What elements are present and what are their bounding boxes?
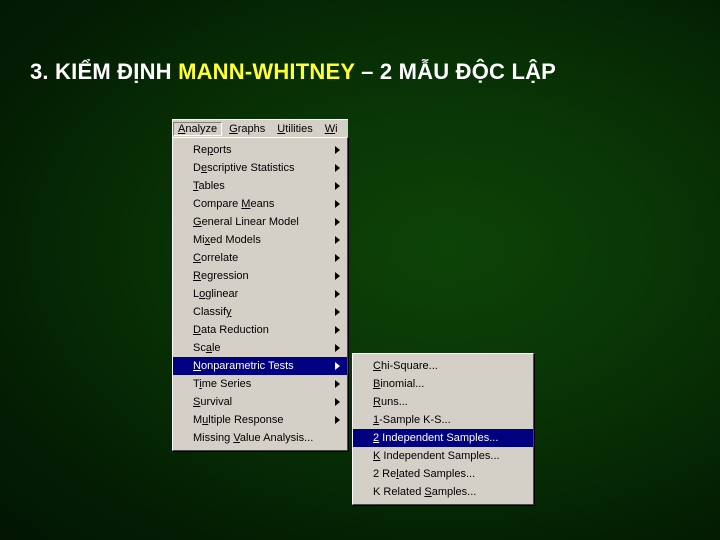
submenu-arrow-icon [335,290,340,298]
menu-item-label: General Linear Model [193,216,299,228]
analyze-menu-item-loglinear[interactable]: Loglinear [173,285,347,303]
analyze-menu-item-tables[interactable]: Tables [173,177,347,195]
analyze-menu-item-mixed-models[interactable]: Mixed Models [173,231,347,249]
submenu-item-1-sample-k-s[interactable]: 1-Sample K-S... [353,411,533,429]
submenu-arrow-icon [335,272,340,280]
menu-item-label: Regression [193,270,249,282]
submenu-arrow-icon [335,182,340,190]
menu-item-label: Multiple Response [193,414,284,426]
menu-item-label: Nonparametric Tests [193,360,294,372]
menu-item-label: K Related Samples... [373,486,477,498]
analyze-menu-item-reports[interactable]: Reports [173,141,347,159]
analyze-dropdown-menu: Reports Descriptive Statistics Tables Compa… [172,137,348,451]
submenu-arrow-icon [335,308,340,316]
slide-title-prefix: 3. KIỂM ĐỊNH [30,59,179,84]
analyze-menu-item-regression[interactable]: Regression [173,267,347,285]
menu-item-label: Descriptive Statistics [193,162,295,174]
analyze-menu-item-multiple-response[interactable]: Multiple Response [173,411,347,429]
menu-item-label: Survival [193,396,233,408]
submenu-arrow-icon [335,218,340,226]
submenu-item-2-independent-samples[interactable]: 2 Independent Samples... [353,429,533,447]
menu-item-label: K Independent Samples... [373,450,500,462]
menu-item-label: Classify [193,306,232,318]
submenu-arrow-icon [335,164,340,172]
submenu-arrow-icon [335,254,340,262]
analyze-menu-item-time-series[interactable]: Time Series [173,375,347,393]
slide-title-highlight: MANN-WHITNEY [178,59,355,84]
analyze-menu-item-descriptive-statistics[interactable]: Descriptive Statistics [173,159,347,177]
menu-bar: Analyze Graphs Utilities Wi [172,119,348,137]
menu-item-label: 2 Related Samples... [373,468,476,480]
menubar-item-analyze[interactable]: Analyze [173,121,223,136]
submenu-item-binomial[interactable]: Binomial... [353,375,533,393]
analyze-menu-item-missing-value-analysis[interactable]: Missing Value Analysis... [173,429,347,447]
submenu-item-runs[interactable]: Runs... [353,393,533,411]
menu-item-label: Chi-Square... [373,360,438,372]
analyze-menu-item-general-linear-model[interactable]: General Linear Model [173,213,347,231]
slide-title: 3. KIỂM ĐỊNH MANN-WHITNEY – 2 MẪU ĐỘC LẬ… [30,58,556,86]
menu-item-label: Compare Means [193,198,275,210]
menubar-item-wi[interactable]: Wi [320,122,343,136]
menu-item-label: Correlate [193,252,239,264]
menu-item-label: Mixed Models [193,234,261,246]
submenu-arrow-icon [335,146,340,154]
slide-title-suffix: – 2 MẪU ĐỘC LẬP [354,59,557,84]
nonparametric-tests-submenu: Chi-Square... Binomial... Runs... 1-Sample … [352,353,534,505]
analyze-menu-item-compare-means[interactable]: Compare Means [173,195,347,213]
menu-item-label: Tables [193,180,225,192]
submenu-arrow-icon [335,380,340,388]
submenu-arrow-icon [335,344,340,352]
menu-item-label: Data Reduction [193,324,269,336]
menu-item-label: Time Series [193,378,252,390]
menubar-item-utilities[interactable]: Utilities [272,122,317,136]
menu-item-label: 1-Sample K-S... [373,414,451,426]
menu-item-label: Loglinear [193,288,239,300]
submenu-item-k-related-samples[interactable]: K Related Samples... [353,483,533,501]
menu-item-label: Reports [193,144,232,156]
analyze-menu-item-classify[interactable]: Classify [173,303,347,321]
menu-item-label: Scale [193,342,221,354]
submenu-arrow-icon [335,398,340,406]
submenu-arrow-icon [335,326,340,334]
submenu-item-k-independent-samples[interactable]: K Independent Samples... [353,447,533,465]
menu-item-label: Missing Value Analysis... [193,432,314,444]
menu-item-label: Binomial... [373,378,425,390]
submenu-item-2-related-samples[interactable]: 2 Related Samples... [353,465,533,483]
analyze-menu-item-survival[interactable]: Survival [173,393,347,411]
analyze-menu-item-scale[interactable]: Scale [173,339,347,357]
submenu-arrow-icon [335,236,340,244]
menubar-item-graphs[interactable]: Graphs [224,122,270,136]
analyze-menu-item-data-reduction[interactable]: Data Reduction [173,321,347,339]
submenu-arrow-icon [335,362,340,370]
submenu-arrow-icon [335,200,340,208]
slide-canvas: 3. KIỂM ĐỊNH MANN-WHITNEY – 2 MẪU ĐỘC LẬ… [0,0,720,540]
analyze-menu-item-correlate[interactable]: Correlate [173,249,347,267]
menu-item-label: 2 Independent Samples... [373,432,499,444]
analyze-menu-item-nonparametric-tests[interactable]: Nonparametric Tests [173,357,347,375]
menu-item-label: Runs... [373,396,408,408]
submenu-item-chi-square[interactable]: Chi-Square... [353,357,533,375]
submenu-arrow-icon [335,416,340,424]
